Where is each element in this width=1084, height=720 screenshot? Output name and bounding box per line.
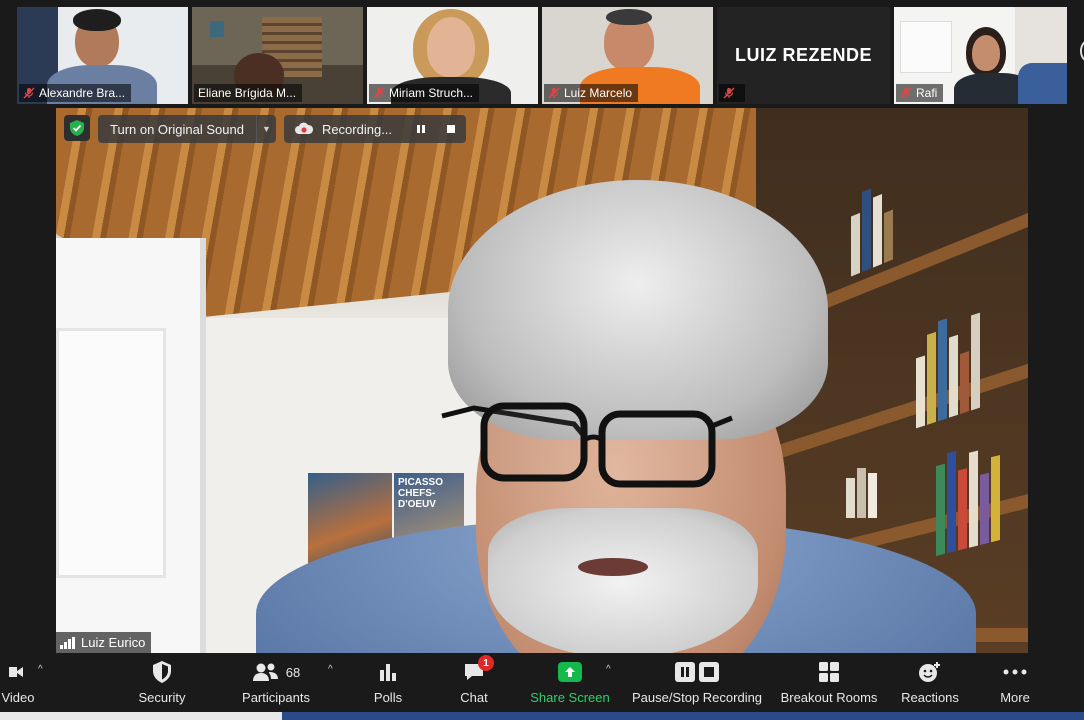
reactions-button[interactable]: Reactions (898, 658, 962, 708)
share-screen-button[interactable]: Share Screen (528, 658, 612, 708)
participants-label: Participants (242, 690, 310, 705)
participant-name: Rafi (916, 86, 938, 100)
speaker-mouth (578, 558, 648, 576)
participant-tile[interactable]: Eliane Brígida M... (192, 7, 363, 104)
chevron-down-icon[interactable]: ▼ (255, 115, 276, 143)
stop-icon[interactable] (440, 118, 462, 140)
video-camera-icon (9, 658, 27, 686)
video-button[interactable]: Video (0, 658, 36, 708)
pause-stop-icon (675, 658, 719, 686)
recording-indicator: Recording... (283, 115, 467, 143)
window (56, 238, 206, 653)
speaker-beard (488, 508, 758, 653)
bar-chart-icon (378, 658, 398, 686)
participant-name-tag: Miriam Struch... (369, 84, 480, 102)
pause-stop-recording-label: Pause/Stop Recording (631, 690, 763, 705)
cloud-record-icon (294, 122, 313, 134)
chevron-up-icon[interactable]: ^ (38, 664, 43, 675)
video-overlay-controls: Turn on Original Sound ▼ Recording... (64, 115, 467, 143)
mic-muted-icon (900, 87, 912, 99)
mic-muted-icon (548, 87, 560, 99)
chat-bubble-icon: 1 (463, 655, 494, 686)
speaker-name: Luiz Eurico (81, 635, 146, 650)
polls-button[interactable]: Polls (368, 658, 408, 708)
meeting-toolbar: Video ^ Security 68 Participants ^ Polls… (0, 654, 1084, 712)
participant-name-tag: Rafi (896, 84, 944, 102)
grid-icon (818, 658, 840, 686)
taskbar-edge (0, 712, 1084, 720)
security-label: Security (138, 690, 186, 705)
mic-muted-icon (23, 87, 35, 99)
participants-count: 68 (285, 664, 301, 680)
speaker-glasses (441, 402, 733, 488)
chevron-up-icon[interactable]: ^ (328, 664, 333, 675)
participant-name-tag: Luiz Marcelo (544, 84, 639, 102)
recording-label: Recording... (321, 121, 393, 137)
participant-tile[interactable]: Miriam Struch... (367, 7, 538, 104)
participant-tile[interactable]: Luiz Marcelo (542, 7, 713, 104)
encryption-shield-icon[interactable] (64, 115, 90, 141)
smiley-plus-icon (918, 658, 942, 686)
pause-stop-recording-button[interactable]: Pause/Stop Recording (628, 658, 766, 708)
reactions-label: Reactions (901, 690, 959, 705)
participant-name-tag (719, 84, 745, 102)
participants-button[interactable]: 68 Participants (236, 658, 316, 708)
speaker-name-tag: Luiz Eurico (56, 632, 152, 653)
participant-name-tag: Alexandre Bra... (19, 84, 132, 102)
participant-strip: Alexandre Bra... Eliane Brígida M... Mir… (0, 0, 1084, 106)
breakout-rooms-button[interactable]: Breakout Rooms (778, 658, 880, 708)
participant-name: Eliane Brígida M... (198, 86, 297, 100)
chat-label: Chat (460, 690, 488, 705)
participant-display-name: LUIZ REZENDE (734, 45, 872, 65)
original-sound-button[interactable]: Turn on Original Sound ▼ (98, 115, 276, 143)
video-label: Video (1, 690, 35, 705)
participant-name: Miriam Struch... (389, 86, 474, 100)
participant-tile[interactable]: Rafi (894, 7, 1067, 104)
participants-icon: 68 (252, 658, 300, 686)
participant-name-tag: Eliane Brígida M... (194, 84, 303, 102)
share-screen-icon-wrap (558, 658, 582, 686)
more-button[interactable]: More (990, 658, 1040, 708)
participant-tile[interactable]: LUIZ REZENDE (717, 7, 890, 104)
participant-name: Alexandre Bra... (39, 86, 126, 100)
mic-muted-icon (723, 87, 735, 99)
polls-label: Polls (373, 690, 403, 705)
participant-name: Luiz Marcelo (564, 86, 633, 100)
mic-muted-icon (373, 87, 385, 99)
signal-strength-icon (60, 636, 75, 649)
shield-icon (151, 658, 173, 686)
pause-icon[interactable] (410, 118, 432, 140)
chevron-up-icon[interactable]: ^ (606, 664, 611, 675)
more-label: More (1000, 690, 1030, 705)
chat-button[interactable]: 1 Chat (454, 655, 494, 708)
breakout-rooms-label: Breakout Rooms (780, 690, 878, 705)
original-sound-label: Turn on Original Sound (110, 121, 244, 137)
participant-tile[interactable]: Alexandre Bra... (17, 7, 188, 104)
strip-scroll-icon[interactable] (1080, 40, 1084, 62)
security-button[interactable]: Security (132, 658, 192, 708)
more-dots-icon (1003, 658, 1027, 686)
active-speaker-video[interactable]: PICASSO CHEFS-D'OEUV (56, 108, 1028, 653)
chat-unread-badge: 1 (478, 655, 494, 671)
share-screen-label: Share Screen (530, 690, 610, 705)
share-screen-icon (558, 662, 582, 682)
